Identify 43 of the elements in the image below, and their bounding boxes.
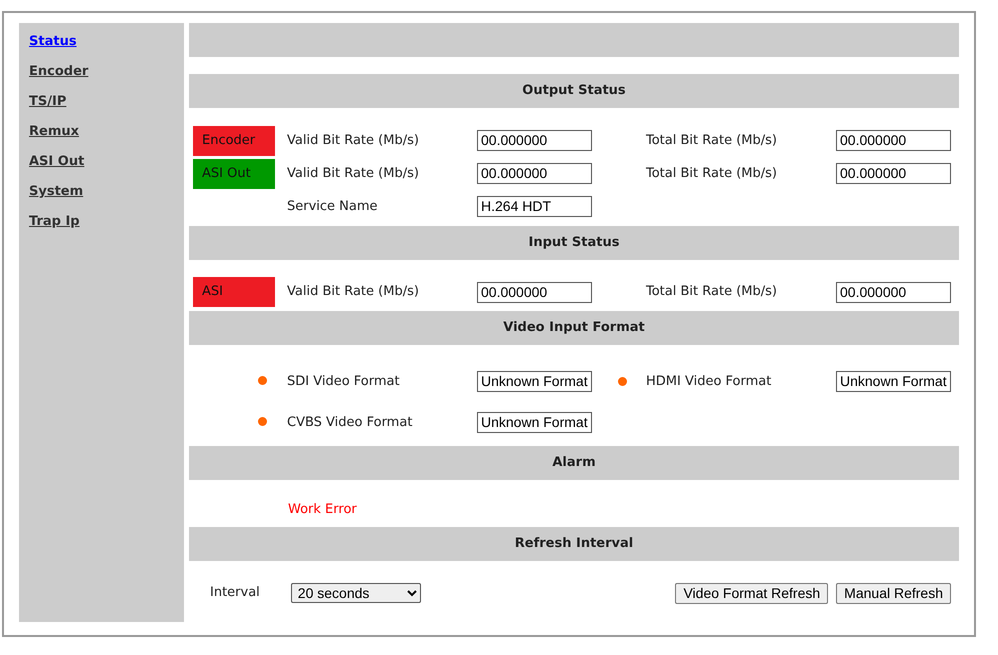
section-header: Alarm	[189, 446, 959, 480]
text-field[interactable]: Unknown Format	[477, 371, 592, 392]
text-field[interactable]: H.264 HDT	[477, 196, 592, 217]
text-field[interactable]: 00.000000	[836, 163, 951, 184]
section-header: Refresh Interval	[189, 526, 959, 560]
text-field[interactable]: Unknown Format	[477, 412, 592, 433]
text-field[interactable]: 00.000000	[477, 163, 592, 184]
field-label: Valid Bit Rate (Mb/s)	[287, 132, 420, 150]
field-label: Valid Bit Rate (Mb/s)	[287, 164, 420, 183]
alarm-message: Work Error	[288, 501, 357, 520]
sidebar-link[interactable]: Status	[29, 27, 174, 57]
field-label: Valid Bit Rate (Mb/s)	[287, 283, 420, 302]
field-label: Total Bit Rate (Mb/s)	[646, 164, 778, 183]
sidebar-link[interactable]: System	[29, 177, 174, 207]
status-indicator: ASI	[193, 277, 275, 307]
field-label: SDI Video Format	[287, 372, 401, 391]
field-label: Total Bit Rate (Mb/s)	[646, 132, 778, 150]
refresh-button[interactable]: Manual Refresh	[836, 582, 951, 604]
section-header: Output Status	[189, 74, 959, 108]
status-dot-icon	[258, 416, 267, 426]
refresh-button[interactable]: Video Format Refresh	[675, 582, 828, 604]
section-header: Video Input Format	[189, 311, 959, 345]
field-label: HDMI Video Format	[646, 372, 772, 391]
interval-select[interactable]: 20 seconds	[290, 583, 421, 603]
sidebar-link[interactable]: ASI Out	[29, 147, 174, 177]
field-label: Service Name	[287, 198, 379, 216]
sidebar-link[interactable]: Trap Ip	[29, 207, 174, 237]
text-field[interactable]: 00.000000	[836, 282, 951, 302]
text-field[interactable]: Unknown Format	[836, 371, 951, 392]
interval-label: Interval	[210, 584, 260, 602]
status-indicator: Encoder	[193, 126, 275, 156]
text-field[interactable]: 00.000000	[477, 130, 592, 151]
text-field[interactable]: 00.000000	[477, 282, 592, 302]
field-label: CVBS Video Format	[287, 414, 414, 432]
section-header: Input Status	[189, 226, 959, 260]
sidebar-link[interactable]: Encoder	[29, 57, 174, 87]
field-label: Total Bit Rate (Mb/s)	[646, 283, 778, 302]
status-dot-icon	[618, 377, 627, 386]
status-indicator: ASI Out	[193, 158, 275, 188]
sidebar-link[interactable]: Remux	[29, 117, 174, 147]
sidebar-link[interactable]: TS/IP	[29, 87, 174, 117]
status-dot-icon	[258, 376, 267, 385]
text-field[interactable]: 00.000000	[836, 130, 951, 151]
